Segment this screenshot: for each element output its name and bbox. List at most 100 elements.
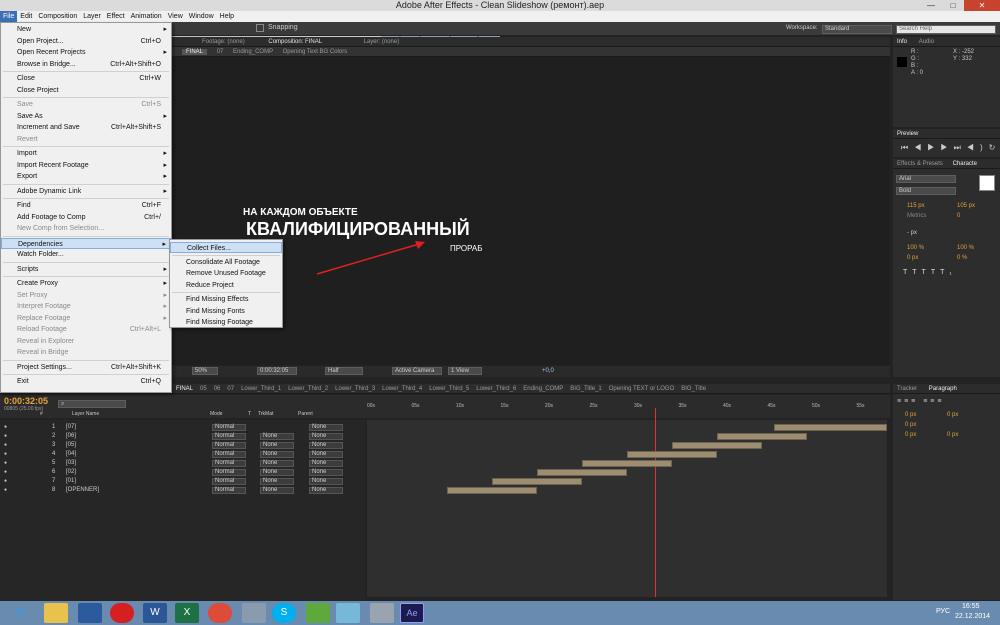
file-menu-item[interactable]: Watch Folder...	[1, 249, 171, 260]
time-ruler[interactable]: 00s 05s 10s 15s 20s 25s 30s 35s 40s 45s 50s 55s	[367, 403, 887, 418]
layer-trkmat[interactable]: None	[260, 487, 294, 494]
crumb-07[interactable]: 07	[217, 49, 224, 55]
file-menu-item[interactable]: Dependencies ▸	[1, 237, 171, 249]
menu-animation[interactable]: Animation	[128, 11, 165, 22]
layer-parent[interactable]: None	[309, 478, 343, 485]
file-menu-item[interactable]: Scripts ▸	[1, 264, 171, 275]
layer-name[interactable]: [03]	[66, 460, 76, 467]
space-before[interactable]: 0 px	[905, 432, 916, 438]
timeline-tab[interactable]: 05	[200, 386, 207, 392]
indent-right[interactable]: 0 px	[947, 412, 958, 418]
layer-row[interactable]: ● 8 [OPENNER] Normal None None	[0, 487, 365, 494]
file-menu-item[interactable]: Import ▸	[1, 148, 171, 159]
fill-color-swatch[interactable]	[979, 175, 995, 191]
excel-icon[interactable]: X	[175, 603, 199, 623]
layer-name[interactable]: [05]	[66, 442, 76, 449]
visibility-eye-icon[interactable]: ●	[4, 451, 7, 458]
playhead[interactable]	[655, 408, 656, 597]
green-app-icon[interactable]	[306, 603, 330, 623]
timeline-tab[interactable]: Ending_COMP	[523, 386, 563, 392]
layer-mode[interactable]: Normal	[212, 469, 246, 476]
media-icon[interactable]	[242, 603, 266, 623]
preview-controls[interactable]: ⏮◀▶▶⏭◀)↻	[901, 143, 1000, 153]
tab-tracker[interactable]: Tracker	[897, 386, 917, 392]
file-menu-item[interactable]: Adobe Dynamic Link ▸	[1, 186, 171, 197]
indent-first[interactable]: 0 px	[905, 422, 916, 428]
layer-row[interactable]: ● 1 [07] Normal None	[0, 424, 365, 431]
layer-duration-bar[interactable]	[672, 442, 762, 449]
layer-trkmat[interactable]: None	[260, 433, 294, 440]
layer-parent[interactable]: None	[309, 433, 343, 440]
tracking-value[interactable]: 0	[957, 213, 960, 219]
file-menu-item[interactable]: Open Recent Projects ▸	[1, 47, 171, 58]
file-menu-item[interactable]: New ▸	[1, 24, 171, 35]
timeline-tab[interactable]: Lower_Third_1	[241, 386, 281, 392]
chrome-icon[interactable]	[208, 603, 232, 623]
layer-parent[interactable]: None	[309, 460, 343, 467]
file-menu-item[interactable]: Find Ctrl+F	[1, 200, 171, 211]
font-family-select[interactable]: Arial	[896, 175, 956, 183]
layer-duration-bar[interactable]	[447, 487, 537, 494]
exposure-value[interactable]: +0,0	[542, 368, 554, 374]
crumb-ending[interactable]: Ending_COMP	[233, 49, 273, 55]
layer-duration-bar[interactable]	[582, 460, 672, 467]
timeline-tab[interactable]: Lower_Third_2	[288, 386, 328, 392]
timeline-tab[interactable]: 07	[227, 386, 234, 392]
floppy-icon[interactable]	[78, 603, 102, 623]
layer-name[interactable]: [02]	[66, 469, 76, 476]
snapping-checkbox[interactable]	[256, 24, 264, 32]
layer-trkmat[interactable]: None	[260, 460, 294, 467]
tab-paragraph[interactable]: Paragraph	[929, 386, 957, 392]
timeline-tab[interactable]: FINAL	[176, 386, 193, 392]
timeline-tab[interactable]: BIG_Title_1	[570, 386, 601, 392]
menu-help[interactable]: Help	[217, 11, 237, 22]
file-menu-item[interactable]: Export ▸	[1, 171, 171, 182]
submenu-item[interactable]: Reduce Project	[170, 280, 282, 291]
maximize-button[interactable]: □	[942, 0, 964, 11]
ie-icon[interactable]: e	[8, 603, 32, 623]
timeline-tab[interactable]: Lower_Third_5	[429, 386, 469, 392]
kerning-value[interactable]: Metrics	[907, 213, 926, 219]
file-menu-item[interactable]: Close Ctrl+W	[1, 73, 171, 84]
layer-name[interactable]: [04]	[66, 451, 76, 458]
tab-character[interactable]: Characte	[953, 161, 977, 167]
menu-view[interactable]: View	[165, 11, 186, 22]
layer-name[interactable]: [01]	[66, 478, 76, 485]
layer-row[interactable]: ● 5 [03] Normal None None	[0, 460, 365, 467]
timeline-tab[interactable]: Lower_Third_4	[382, 386, 422, 392]
layer-trkmat[interactable]: None	[260, 442, 294, 449]
timeline-tab[interactable]: Lower_Third_6	[476, 386, 516, 392]
file-menu-item[interactable]: Exit Ctrl+Q	[1, 376, 171, 387]
layer-duration-bar[interactable]	[537, 469, 627, 476]
layer-trkmat[interactable]: None	[260, 469, 294, 476]
timeline-tab[interactable]: Lower_Third_3	[335, 386, 375, 392]
file-menu-item[interactable]: Project Settings... Ctrl+Alt+Shift+K	[1, 362, 171, 373]
zoom-select[interactable]: 50%	[192, 367, 218, 375]
submenu-item[interactable]: Consolidate All Footage	[170, 257, 282, 268]
menu-layer[interactable]: Layer	[80, 11, 104, 22]
language-indicator[interactable]: РУС	[936, 608, 950, 615]
menu-composition[interactable]: Composition	[35, 11, 80, 22]
timecode[interactable]: 0:00:32:05	[4, 396, 48, 406]
word-icon[interactable]: W	[143, 603, 167, 623]
minimize-button[interactable]: —	[920, 0, 942, 11]
crumb-final[interactable]: FINAL	[182, 49, 208, 55]
layer-mode[interactable]: Normal	[212, 433, 246, 440]
layer-row[interactable]: ● 6 [02] Normal None None	[0, 469, 365, 476]
close-button[interactable]: ✕	[964, 0, 1000, 11]
file-menu-item[interactable]: Import Recent Footage ▸	[1, 160, 171, 171]
explorer-icon[interactable]	[44, 603, 68, 623]
layer-mode[interactable]: Normal	[212, 487, 246, 494]
text-style-buttons[interactable]: TTTTT₁	[903, 269, 957, 276]
crumb-opening[interactable]: Opening Text BG Colors	[283, 49, 348, 55]
font-size-value[interactable]: 115 px	[907, 203, 925, 209]
file-menu-item[interactable]: Add Footage to Comp Ctrl+/	[1, 212, 171, 223]
tab-audio[interactable]: Audio	[919, 39, 934, 45]
tab-effects-presets[interactable]: Effects & Presets	[897, 161, 943, 167]
tool-app-icon[interactable]	[370, 603, 394, 623]
vertical-scale-value[interactable]: 100 %	[907, 245, 924, 251]
visibility-eye-icon[interactable]: ●	[4, 478, 7, 485]
submenu-item[interactable]: Remove Unused Footage	[170, 268, 282, 279]
align-buttons[interactable]: ≡≡≡ ≡≡≡	[897, 398, 944, 405]
submenu-item[interactable]: Find Missing Footage	[170, 317, 282, 328]
